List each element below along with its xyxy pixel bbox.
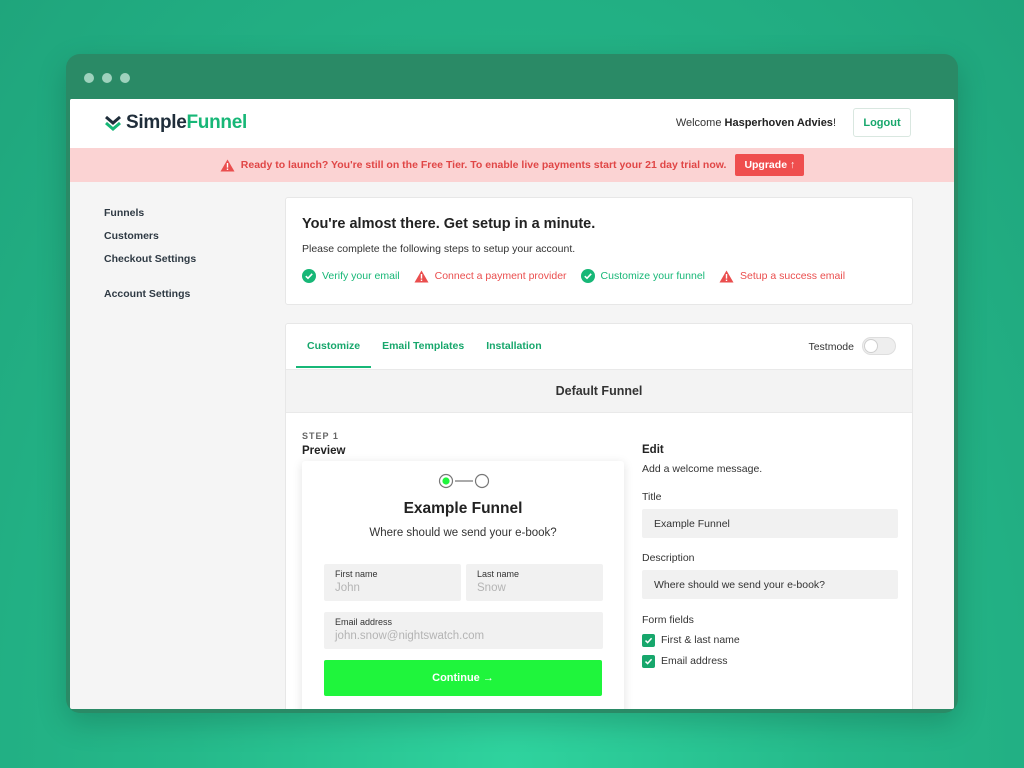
- edit-panel: Edit Add a welcome message. Title Exampl…: [642, 444, 898, 668]
- setup-subtitle: Please complete the following steps to s…: [302, 243, 576, 255]
- setup-card: You're almost there. Get setup in a minu…: [285, 197, 913, 305]
- setup-step-verify-email[interactable]: Verify your email: [302, 269, 400, 283]
- warning-icon: [220, 159, 235, 171]
- window-dot-minimize[interactable]: [102, 73, 112, 83]
- last-name-label: Last name: [477, 569, 520, 579]
- email-placeholder: john.snow@nightswatch.com: [335, 630, 485, 642]
- step-number-label: STEP 1: [302, 431, 339, 441]
- description-label: Description: [642, 552, 695, 564]
- upgrade-button[interactable]: Upgrade ↑: [735, 154, 805, 176]
- window-dot-maximize[interactable]: [120, 73, 130, 83]
- setup-title: You're almost there. Get setup in a minu…: [302, 216, 596, 232]
- testmode-toggle[interactable]: [862, 337, 896, 355]
- step-label: Verify your email: [322, 270, 400, 282]
- preview-subtitle: Where should we send your e-book?: [369, 527, 557, 539]
- setup-step-success-email[interactable]: Setup a success email: [719, 270, 845, 283]
- logout-button[interactable]: Logout: [853, 108, 911, 137]
- last-name-field[interactable]: Last name Snow: [466, 564, 603, 601]
- setup-steps: Verify your email Connect a payment prov…: [302, 269, 859, 283]
- title-label: Title: [642, 491, 662, 503]
- continue-button[interactable]: Continue →: [324, 660, 602, 696]
- preview-heading: Preview: [302, 445, 346, 457]
- user-name: Hasperhoven Advies: [724, 117, 833, 129]
- tab-customize[interactable]: Customize: [296, 324, 372, 368]
- description-input[interactable]: Where should we send your e-book?: [642, 570, 898, 599]
- field-option-label: First & last name: [661, 634, 740, 646]
- last-name-placeholder: Snow: [477, 582, 506, 594]
- edit-heading: Edit: [642, 444, 664, 456]
- logo-text-simple: Simple: [126, 112, 187, 133]
- free-tier-banner: Ready to launch? You're still on the Fre…: [70, 148, 954, 182]
- edit-subtitle: Add a welcome message.: [642, 463, 763, 475]
- preview-title: Example Funnel: [403, 500, 523, 517]
- window-dot-close[interactable]: [84, 73, 94, 83]
- email-field[interactable]: Email address john.snow@nightswatch.com: [324, 612, 603, 649]
- welcome-prefix: Welcome: [675, 117, 725, 129]
- browser-window: SimpleFunnel Welcome Hasperhoven Advies!…: [66, 54, 958, 713]
- checkbox-checked-icon[interactable]: [642, 654, 655, 668]
- title-input[interactable]: Example Funnel: [642, 509, 898, 538]
- welcome-message: Welcome Hasperhoven Advies!: [676, 117, 836, 129]
- logo-text-funnel: Funnel: [186, 112, 248, 133]
- sidebar-item-funnels[interactable]: Funnels: [104, 207, 196, 220]
- step-label: Connect a payment provider: [434, 270, 567, 282]
- funnel-preview-panel: Example Funnel Where should we send your…: [302, 461, 624, 709]
- form-fields-label: Form fields: [642, 614, 694, 626]
- check-circle-icon: [302, 269, 316, 283]
- sidebar-nav: Funnels Customers Checkout Settings Acco…: [104, 207, 196, 311]
- tab-installation[interactable]: Installation: [475, 324, 552, 368]
- setup-step-customize-funnel[interactable]: Customize your funnel: [580, 269, 705, 283]
- top-header: SimpleFunnel Welcome Hasperhoven Advies!…: [70, 99, 954, 148]
- sidebar-item-account-settings[interactable]: Account Settings: [104, 288, 196, 301]
- email-label: Email address: [335, 617, 393, 627]
- checkbox-checked-icon[interactable]: [642, 633, 655, 647]
- simplefunnel-logo[interactable]: SimpleFunnel: [104, 112, 247, 134]
- funnel-name-header: Default Funnel: [286, 369, 912, 413]
- sidebar-item-customers[interactable]: Customers: [104, 230, 196, 243]
- field-option-label: Email address: [661, 655, 728, 667]
- editor-tabs: Customize Email Templates Installation: [296, 324, 553, 368]
- first-name-label: First name: [335, 569, 378, 579]
- sidebar-item-checkout-settings[interactable]: Checkout Settings: [104, 253, 196, 266]
- field-option-email-address[interactable]: Email address: [642, 654, 898, 668]
- app-content: SimpleFunnel Welcome Hasperhoven Advies!…: [70, 99, 954, 709]
- testmode-label: Testmode: [808, 341, 854, 353]
- setup-step-payment-provider[interactable]: Connect a payment provider: [414, 270, 567, 283]
- check-circle-icon: [580, 269, 595, 283]
- step-progress-indicator: [438, 473, 490, 489]
- tab-email-templates[interactable]: Email Templates: [371, 324, 475, 368]
- welcome-suffix: !: [832, 117, 836, 129]
- warning-icon: [414, 270, 429, 282]
- step-label: Setup a success email: [740, 270, 846, 282]
- funnel-editor-card: Customize Email Templates Installation T…: [285, 323, 913, 709]
- first-name-field[interactable]: First name John: [324, 564, 461, 601]
- window-titlebar: [66, 54, 958, 98]
- step-label: Customize your funnel: [600, 270, 705, 282]
- banner-text: Ready to launch? You're still on the Fre…: [240, 159, 727, 171]
- funnel-chevron-icon: [105, 115, 121, 131]
- warning-icon: [719, 270, 734, 282]
- field-option-first-last-name[interactable]: First & last name: [642, 633, 898, 647]
- first-name-placeholder: John: [335, 582, 360, 594]
- toggle-knob: [864, 339, 878, 353]
